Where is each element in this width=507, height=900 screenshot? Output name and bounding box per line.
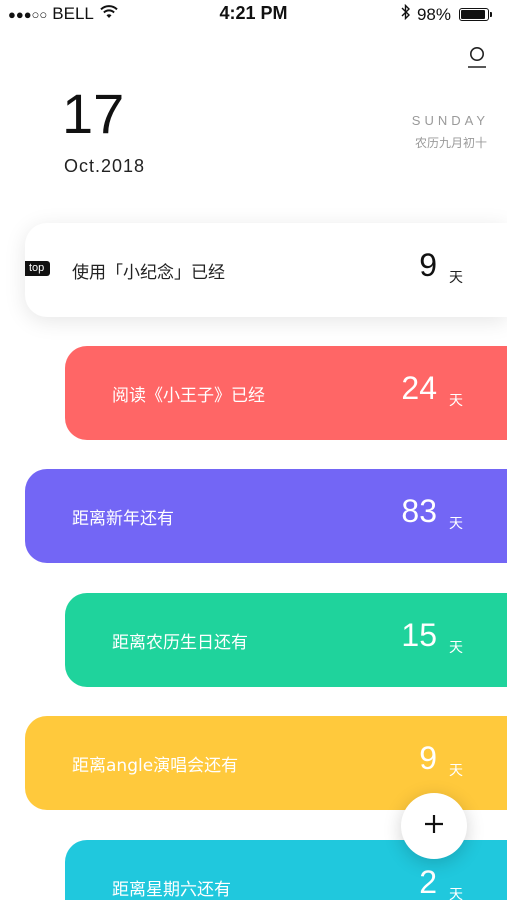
event-card-count: 24 xyxy=(401,370,437,406)
top-badge: top xyxy=(25,261,51,276)
event-card-label: 距离angle演唱会还有 xyxy=(72,755,239,776)
event-card-app-usage[interactable]: top 使用「小纪念」已经 9 天 xyxy=(25,223,507,317)
event-card-unit: 天 xyxy=(449,393,463,409)
weekday-label: SUNDAY xyxy=(411,113,489,128)
event-card-new-year[interactable]: 距离新年还有 83 天 xyxy=(25,469,507,563)
event-card-unit: 天 xyxy=(449,270,463,286)
event-card-unit: 天 xyxy=(449,640,463,656)
status-right: 98% xyxy=(401,3,492,25)
event-card-unit: 天 xyxy=(449,763,463,779)
event-card-lunar-birthday[interactable]: 距离农历生日还有 15 天 xyxy=(65,593,507,687)
event-card-unit: 天 xyxy=(449,887,463,900)
date-day: 17 xyxy=(62,82,125,145)
event-card-label: 距离农历生日还有 xyxy=(112,632,248,653)
lunar-date: 农历九月初十 xyxy=(414,136,487,150)
event-card-count: 9 xyxy=(419,247,437,283)
event-card-reading[interactable]: 阅读《小王子》已经 24 天 xyxy=(65,346,507,440)
battery-icon xyxy=(459,8,492,21)
profile-icon[interactable] xyxy=(467,44,487,70)
date-month-year: Oct.2018 xyxy=(64,156,146,176)
event-card-unit: 天 xyxy=(449,516,463,532)
event-card-count: 9 xyxy=(419,740,437,776)
event-card-label: 距离星期六还有 xyxy=(112,879,231,900)
event-card-count: 2 xyxy=(419,864,437,900)
event-card-label: 使用「小纪念」已经 xyxy=(72,262,225,283)
app-screen: ●●●○○ BELL 4:21 PM 98% 17 Oct.2018 SUNDA… xyxy=(0,0,507,900)
event-card-label: 阅读《小王子》已经 xyxy=(112,385,265,406)
event-card-label: 距离新年还有 xyxy=(72,508,174,529)
plus-icon xyxy=(423,813,445,839)
battery-level xyxy=(461,10,485,19)
event-card-count: 83 xyxy=(401,493,437,529)
add-event-button[interactable] xyxy=(401,793,467,859)
bluetooth-icon xyxy=(401,3,411,25)
battery-percentage: 98% xyxy=(416,4,451,24)
event-card-count: 15 xyxy=(401,617,437,653)
status-bar: ●●●○○ BELL 4:21 PM 98% xyxy=(0,0,507,28)
